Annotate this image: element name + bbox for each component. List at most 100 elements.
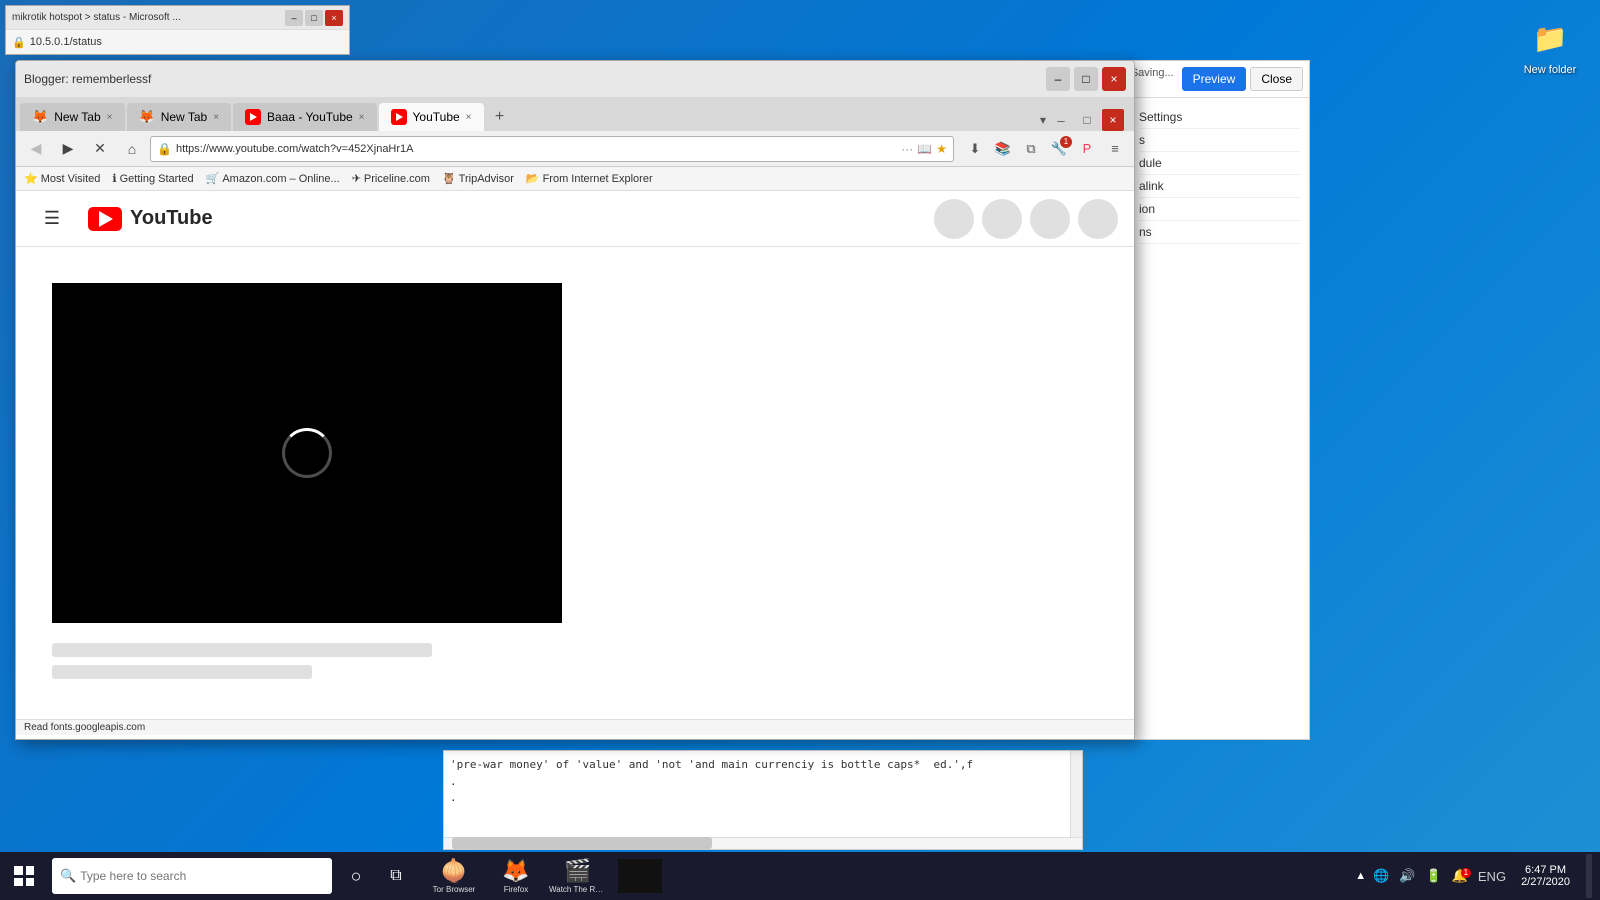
battery-icon[interactable]: 🔋 — [1423, 868, 1445, 884]
skeleton-line-2 — [52, 665, 312, 679]
taskbar-firefox[interactable]: 🦊 Firefox — [486, 852, 546, 900]
taskbar-video-thumb[interactable] — [610, 852, 670, 900]
tab-new-tab-2[interactable]: 🦊 New Tab × — [127, 103, 232, 131]
desktop-icons-area: 📁 New folder — [1510, 10, 1590, 80]
taskbar-search-bar[interactable]: 🔍 — [52, 858, 332, 894]
youtube-video-player[interactable] — [52, 283, 562, 623]
reader-view-icon[interactable]: 📖 — [917, 142, 932, 156]
chevron-icon[interactable]: ▲ — [1355, 870, 1366, 882]
youtube-menu-button[interactable]: ☰ — [32, 199, 72, 239]
tor-browser-icon: 🧅 — [440, 858, 467, 884]
youtube-header: ☰ YouTube — [16, 191, 1134, 247]
priceline-icon: ✈ — [352, 172, 361, 185]
bookmark-tripadvisor[interactable]: 🦉 TripAdvisor — [442, 172, 514, 185]
desktop-icon-new-folder[interactable]: 📁 New folder — [1510, 10, 1590, 80]
right-panel: Saving... Preview Close Settings s dule … — [1130, 60, 1310, 740]
firefox-tabs: 🦊 New Tab × 🦊 New Tab × Baaa - YouTube ×… — [16, 97, 1134, 131]
taskbar-watch-red-pill[interactable]: 🎬 Watch The Red Pill 20... — [548, 852, 608, 900]
youtube-logo-icon — [88, 207, 122, 231]
close-panel-button[interactable]: Close — [1250, 67, 1303, 91]
mikrotik-maximize-button[interactable]: □ — [305, 10, 323, 26]
taskbar-tor-browser[interactable]: 🧅 Tor Browser — [424, 852, 484, 900]
tab-new-tab-1[interactable]: 🦊 New Tab × — [20, 103, 125, 131]
notification-count: 1 — [1461, 868, 1471, 878]
tab-minimize-button[interactable]: – — [1050, 109, 1072, 131]
nav-forward-button[interactable]: ▶ — [54, 135, 82, 163]
search-icon: 🔍 — [60, 868, 76, 884]
youtube-sidebar — [578, 263, 1118, 735]
taskbar-apps-area: 🧅 Tor Browser 🦊 Firefox 🎬 Watch The Red … — [424, 852, 670, 900]
mikrotik-close-button[interactable]: × — [325, 10, 343, 26]
firefox-title: Blogger: rememberlessf — [24, 72, 1046, 86]
download-icon[interactable]: ⬇ — [962, 136, 988, 162]
bookmark-ie-label: From Internet Explorer — [543, 173, 653, 185]
blogger-text-area: 'pre-war money' of 'value' and 'not 'and… — [443, 750, 1083, 850]
url-text: https://www.youtube.com/watch?v=452XjnaH… — [176, 143, 414, 155]
bookmark-star-icon[interactable]: ★ — [936, 142, 947, 156]
bookmark-most-visited[interactable]: ⭐ Most Visited — [24, 172, 100, 185]
bookmark-ie[interactable]: 📂 From Internet Explorer — [526, 172, 653, 185]
firefox-minimize-button[interactable]: – — [1046, 67, 1070, 91]
taskbar-clock[interactable]: 6:47 PM 2/27/2020 — [1513, 864, 1578, 888]
tab-youtube-close[interactable]: × — [466, 112, 472, 123]
tab-youtube-label: YouTube — [413, 110, 460, 124]
notification-badge-area: 🔔 1 — [1449, 868, 1471, 884]
extensions-icon[interactable]: 🔧 — [1046, 136, 1072, 162]
new-tab-button[interactable]: + — [486, 103, 514, 131]
mikrotik-titlebar: mikrotik hotspot > status - Microsoft ..… — [6, 6, 349, 29]
tab-restore-button[interactable]: □ — [1076, 109, 1098, 131]
library-icon[interactable]: 📚 — [990, 136, 1016, 162]
url-bar[interactable]: 🔒 https://www.youtube.com/watch?v=452Xjn… — [150, 136, 954, 162]
firefox-maximize-button[interactable]: □ — [1074, 67, 1098, 91]
panel-alink-item[interactable]: alink — [1139, 175, 1301, 198]
hamburger-icon: ☰ — [44, 208, 60, 229]
firefox-icon: 🦊 — [502, 858, 529, 884]
start-button[interactable] — [0, 852, 48, 900]
panel-settings-item[interactable]: Settings — [1139, 106, 1301, 129]
menu-icon[interactable]: ≡ — [1102, 136, 1128, 162]
bookmark-most-visited-label: Most Visited — [41, 173, 101, 185]
tab-list-arrow[interactable]: ▾ — [1040, 113, 1046, 127]
taskbar-search-input[interactable] — [80, 869, 324, 883]
preview-button[interactable]: Preview — [1182, 67, 1247, 91]
tab-baaa-youtube[interactable]: Baaa - YouTube × — [233, 103, 376, 131]
bookmark-amazon[interactable]: 🛒 Amazon.com – Online... — [206, 172, 340, 185]
nav-home-button[interactable]: ⌂ — [118, 135, 146, 163]
firefox-window-controls: – □ × — [1046, 67, 1126, 91]
blogger-scrollbar[interactable] — [1070, 751, 1082, 849]
tab-close-window-button[interactable]: × — [1102, 109, 1124, 131]
clock-date: 2/27/2020 — [1521, 876, 1570, 888]
cortana-button[interactable]: ○ — [338, 858, 374, 894]
panel-ion-item[interactable]: ion — [1139, 198, 1301, 221]
nav-back-button[interactable]: ◀ — [22, 135, 50, 163]
synced-tabs-icon[interactable]: ⧉ — [1018, 136, 1044, 162]
url-more-button[interactable]: ··· — [901, 142, 913, 156]
language-icon[interactable]: ENG — [1475, 869, 1509, 884]
taskbar-tray: ▲ 🌐 🔊 🔋 🔔 1 ENG 6:47 PM 2/27/2020 — [1347, 854, 1600, 898]
yt-circle-btn-2 — [982, 199, 1022, 239]
youtube-page-content: ☰ YouTube — [16, 191, 1134, 735]
tab-baaa-youtube-close[interactable]: × — [359, 112, 365, 123]
pocket-icon[interactable]: P — [1074, 136, 1100, 162]
blogger-hscrollbar[interactable] — [452, 837, 712, 849]
volume-icon[interactable]: 🔊 — [1396, 868, 1418, 884]
bookmark-getting-started[interactable]: ℹ Getting Started — [112, 172, 193, 185]
panel-dule-item[interactable]: dule — [1139, 152, 1301, 175]
nav-refresh-button[interactable]: ✕ — [86, 135, 114, 163]
network-icon[interactable]: 🌐 — [1370, 868, 1392, 884]
bookmark-priceline[interactable]: ✈ Priceline.com — [352, 172, 430, 185]
firefox-close-button[interactable]: × — [1102, 67, 1126, 91]
panel-ns-item[interactable]: ns — [1139, 221, 1301, 244]
yt-circle-btn-1 — [934, 199, 974, 239]
mikrotik-url-area: 🔒 10.5.0.1/status — [6, 29, 349, 54]
tab-baaa-youtube-label: Baaa - YouTube — [267, 110, 353, 124]
tab-new-tab-1-close[interactable]: × — [107, 112, 113, 123]
show-desktop-button[interactable] — [1586, 854, 1592, 898]
task-view-button[interactable]: ⧉ — [378, 858, 414, 894]
mikrotik-title: mikrotik hotspot > status - Microsoft ..… — [12, 12, 285, 23]
youtube-logo[interactable]: YouTube — [88, 207, 213, 231]
tab-new-tab-2-close[interactable]: × — [213, 112, 219, 123]
tripadvisor-icon: 🦉 — [442, 172, 456, 185]
tab-youtube[interactable]: YouTube × — [379, 103, 484, 131]
mikrotik-minimize-button[interactable]: – — [285, 10, 303, 26]
